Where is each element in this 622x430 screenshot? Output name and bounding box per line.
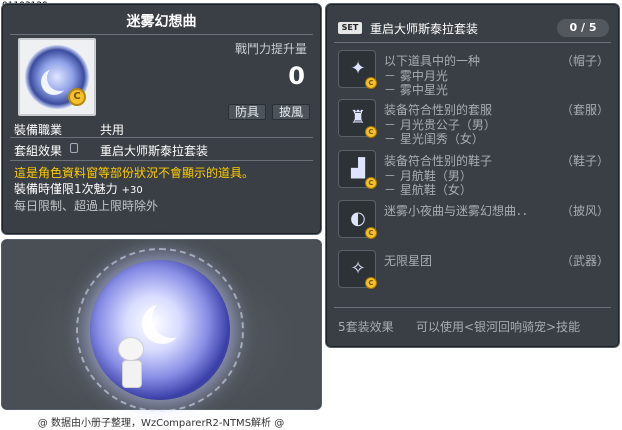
item-icon-frame: C (18, 38, 96, 116)
tag-cape: 披風 (272, 104, 311, 120)
job-label: 裝備職業 (14, 123, 63, 137)
credit-text: @ 数据由小册子整理，WzComparerR2-NTMS解析 @ (37, 418, 285, 429)
set-item: ◐ C 迷雾小夜曲与迷雾幻想曲．． （披风） (338, 200, 613, 240)
set-effect-label: 套組效果 (14, 144, 63, 158)
tooltip-root: 01103129 迷雾幻想曲 C 戰鬥力提升量 0 防具 披風 裝備職業 共用 … (0, 0, 622, 430)
weapon-icon: ✧ C (338, 250, 377, 289)
charm-value: +30 (121, 185, 143, 196)
divider (10, 34, 313, 35)
set-item-type: （套服） (560, 103, 609, 117)
item-title: 迷雾幻想曲 (126, 14, 197, 30)
coin-icon: C (365, 227, 377, 239)
set-badge: SET (338, 22, 362, 34)
coin-icon: C (365, 126, 377, 138)
set-item-sub: － 雾中星光 (384, 83, 448, 97)
lock-icon (70, 143, 78, 153)
shoes-icon: ▟ C (338, 150, 377, 189)
set-item-sub: － 星光闺秀（女） (384, 132, 484, 146)
set-item-sub: － 星航鞋（女） (384, 183, 472, 197)
set-item-type: （披风） (560, 204, 609, 218)
set-panel: SET 重启大师斯泰拉套装 0 / 5 ✦ C 以下道具中的一种 （帽子） － 雾… (325, 3, 620, 348)
coin-icon: C (365, 277, 377, 289)
item-info-panel: 迷雾幻想曲 C 戰鬥力提升量 0 防具 披風 裝備職業 共用 套組效果 重启大师… (1, 3, 322, 235)
hat-icon: ✦ C (338, 50, 377, 89)
character-body (122, 360, 142, 388)
power-label: 戰鬥力提升量 (234, 42, 307, 56)
character-head (118, 337, 144, 361)
coin-icon: C (365, 77, 377, 89)
set-item-type: （帽子） (560, 54, 609, 68)
set-item-name: 迷雾小夜曲与迷雾幻想曲．． (384, 204, 535, 218)
set-item: ✧ C 无限星团 （武器） (338, 250, 613, 290)
job-value: 共用 (100, 123, 125, 137)
tag-armor: 防具 (228, 104, 267, 120)
moon-icon (152, 298, 192, 338)
set-item-name: 无限星团 (384, 254, 433, 268)
set-effect-value: 重启大师斯泰拉套装 (100, 144, 209, 158)
cape-icon: ◐ C (338, 200, 377, 239)
charm-text: 裝備時僅限1次魅力 (14, 182, 118, 196)
moon-icon (47, 65, 73, 91)
set-item: ♜ C 装备符合性别的套服 （套服） － 月光贵公子（男） － 星光闺秀（女） (338, 99, 613, 146)
set-count: 0 / 5 (557, 19, 609, 37)
set-bonus-value: 可以使用<银河回响骑宠>技能 (416, 320, 581, 334)
set-item-type: （武器） (560, 254, 609, 268)
set-item: ▟ C 装备符合性别的鞋子 （鞋子） － 月航鞋（男） － 星航鞋（女） (338, 150, 613, 197)
charm-row: 裝備時僅限1次魅力 +30 (14, 180, 143, 197)
set-item: ✦ C 以下道具中的一种 （帽子） － 雾中月光 － 雾中星光 (338, 50, 613, 97)
divider (10, 137, 313, 138)
preview-panel (1, 239, 322, 412)
divider (334, 42, 611, 43)
set-bonus-label: 5套装效果 (338, 320, 394, 334)
coin-icon: C (365, 177, 377, 189)
divider (334, 307, 611, 308)
power-value: 0 (288, 62, 305, 90)
coin-icon: C (68, 88, 86, 106)
divider (10, 160, 313, 161)
set-title: 重启大师斯泰拉套装 (370, 22, 479, 36)
warning-text: 這是角色資料窗等部份狀況不會顯示的道具。 (14, 166, 255, 180)
suit-icon: ♜ C (338, 99, 377, 138)
limit-text: 每日限制、超過上限時除外 (14, 199, 159, 213)
set-item-type: （鞋子） (560, 154, 609, 168)
